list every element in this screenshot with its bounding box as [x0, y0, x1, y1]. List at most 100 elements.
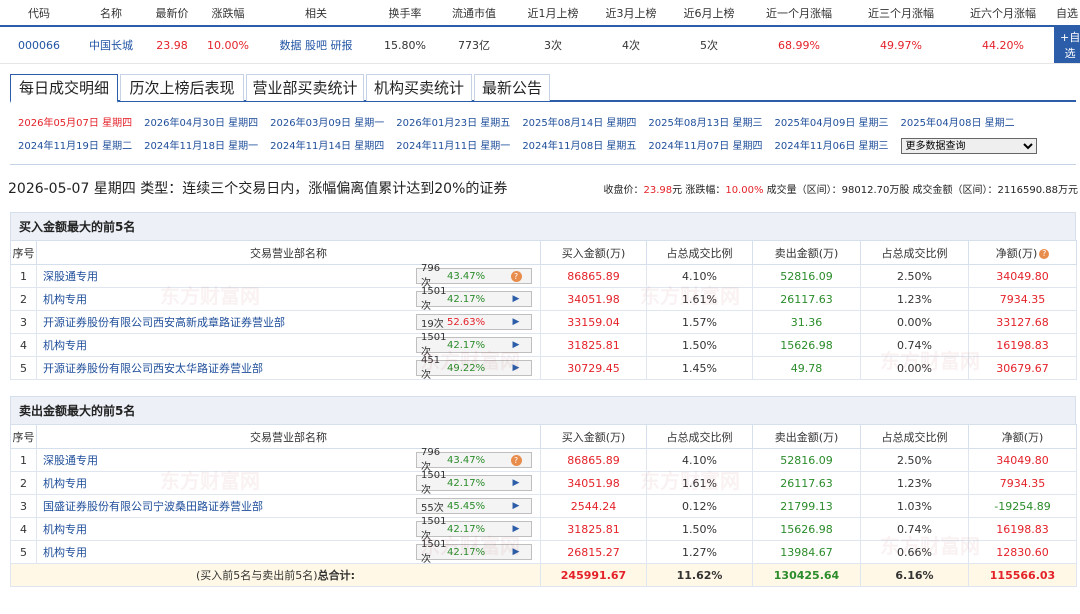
- branch-name[interactable]: 开源证券股份有限公司西安高新成章路证券营业部: [43, 314, 285, 330]
- branch-name[interactable]: 机构专用: [43, 291, 87, 307]
- date-link[interactable]: 2024年11月14日 星期四: [270, 136, 384, 158]
- date-link[interactable]: 2024年11月11日 星期一: [396, 136, 510, 158]
- col-header-text: 买入金额(万): [561, 430, 626, 444]
- sell-amount: 13984.67: [752, 540, 861, 564]
- col-header-text: 净额(万): [995, 246, 1038, 260]
- total-sell-pct: 6.16%: [860, 563, 969, 587]
- col-header: 买入金额(万): [540, 424, 647, 449]
- date-link[interactable]: 2026年01月23日 星期五: [396, 113, 510, 135]
- net-amount: 33127.68: [968, 310, 1077, 334]
- listing-count: 1501次: [421, 286, 447, 312]
- expand-arrow-icon[interactable]: ▶: [503, 547, 529, 557]
- sell-amount: 52816.09: [752, 264, 861, 288]
- summary-col-header: 最新价: [144, 0, 200, 27]
- branch-name[interactable]: 深股通专用: [43, 452, 98, 468]
- date-link[interactable]: 2026年05月07日 星期四: [18, 113, 132, 135]
- summary-col-header: 自选: [1054, 0, 1080, 27]
- listing-count: 451次: [421, 355, 441, 381]
- date-link[interactable]: 2024年11月19日 星期二: [18, 136, 132, 158]
- total-buy: 245991.67: [540, 563, 647, 587]
- branch-cell: 机构专用 1501次 42.17% ▶: [36, 470, 541, 496]
- listing-count-box[interactable]: 796次 43.47%?: [416, 447, 532, 473]
- add-watchlist-button[interactable]: +自选: [1054, 27, 1080, 63]
- table-row: 4 机构专用 1501次 42.17% ▶ 31825.81 1.50% 15626.98 0.…: [10, 332, 1077, 358]
- date-link[interactable]: 2024年11月18日 星期一: [144, 136, 258, 158]
- win-rate: 49.22%: [447, 362, 486, 374]
- row-no: 2: [10, 287, 37, 311]
- net-amount: 30679.67: [968, 356, 1077, 380]
- net-amount: -19254.89: [968, 494, 1077, 518]
- link-data[interactable]: 数据: [280, 39, 302, 52]
- expand-arrow-icon[interactable]: ▶: [503, 340, 529, 350]
- link-guba[interactable]: 股吧: [305, 39, 327, 52]
- col-header: 占总成交比例: [860, 240, 969, 265]
- listing-count-box[interactable]: 451次 49.22% ▶: [416, 355, 532, 381]
- col-header-text: 卖出金额(万): [774, 246, 839, 260]
- date-link[interactable]: 2024年11月07日 星期四: [648, 136, 762, 158]
- stock-code[interactable]: 000066: [0, 26, 78, 64]
- expand-arrow-icon[interactable]: ▶: [503, 524, 529, 534]
- total-label-bold: 总合计:: [317, 569, 355, 582]
- expand-arrow-icon[interactable]: ▶: [503, 363, 529, 373]
- branch-name[interactable]: 机构专用: [43, 521, 87, 537]
- buy-amount: 31825.81: [540, 517, 647, 541]
- sell-ratio: 2.50%: [860, 264, 969, 288]
- date-link[interactable]: 2026年03月09日 星期一: [270, 113, 384, 135]
- listing-count: 1501次: [421, 539, 447, 565]
- tab-latest-notice[interactable]: 最新公告: [474, 74, 550, 101]
- branch-name[interactable]: 开源证券股份有限公司西安太华路证券营业部: [43, 360, 263, 376]
- listing-count: 55次: [421, 502, 444, 514]
- date-link[interactable]: 2024年11月06日 星期三: [774, 136, 888, 158]
- summary-col-header: 名称: [78, 0, 144, 27]
- branch-name[interactable]: 机构专用: [43, 544, 87, 560]
- tab-institution-stats[interactable]: 机构买卖统计: [366, 74, 472, 101]
- help-icon[interactable]: ?: [1039, 248, 1050, 259]
- date-link[interactable]: 2024年11月08日 星期五: [522, 136, 636, 158]
- date-link[interactable]: 2025年04月08日 星期二: [901, 113, 1015, 135]
- tab-daily-detail[interactable]: 每日成交明细: [10, 74, 118, 103]
- branch-name[interactable]: 深股通专用: [43, 268, 98, 284]
- listing-count-box[interactable]: 1501次 42.17% ▶: [416, 332, 532, 358]
- buy-amount: 86865.89: [540, 264, 647, 288]
- buy-amount: 31825.81: [540, 333, 647, 357]
- table-row: 5 开源证券股份有限公司西安太华路证券营业部 451次 49.22% ▶ 30729.45…: [10, 355, 1077, 381]
- listing-count-box[interactable]: 1501次 42.17% ▶: [416, 539, 532, 565]
- tab-branch-stats[interactable]: 营业部买卖统计: [246, 74, 364, 101]
- sell-ratio: 0.74%: [860, 333, 969, 357]
- col-header: 净额(万)?: [968, 240, 1077, 265]
- listing-count-box[interactable]: 55次 45.45% ▶: [416, 498, 532, 514]
- branch-name[interactable]: 机构专用: [43, 337, 87, 353]
- win-rate: 42.17%: [447, 477, 486, 489]
- expand-arrow-icon[interactable]: ▶: [503, 478, 529, 488]
- expand-arrow-icon[interactable]: ▶: [503, 317, 529, 327]
- tab-history-performance[interactable]: 历次上榜后表现: [120, 74, 244, 101]
- listing-count-box[interactable]: 796次 43.47%?: [416, 263, 532, 289]
- branch-name[interactable]: 机构专用: [43, 475, 87, 491]
- listing-count-box[interactable]: 19次 52.63% ▶: [416, 314, 532, 330]
- date-link[interactable]: 2025年08月13日 星期三: [648, 113, 762, 135]
- sell-amount: 31.36: [752, 310, 861, 334]
- branch-name[interactable]: 国盛证券股份有限公司宁波桑田路证券营业部: [43, 498, 263, 514]
- buy-ratio: 1.61%: [646, 471, 753, 495]
- date-list: 2026年05月07日 星期四 2026年04月30日 星期四 2026年03月09…: [18, 113, 1068, 159]
- expand-arrow-icon[interactable]: ▶: [503, 294, 529, 304]
- stock-name[interactable]: 中国长城: [78, 26, 144, 64]
- col-header-text: 占总成交比例: [666, 430, 733, 444]
- summary-row: 000066 中国长城 23.98 10.00% 数据 股吧 研报 15.80%…: [0, 26, 1080, 64]
- win-rate: 42.17%: [447, 339, 486, 351]
- listing-count-box[interactable]: 1501次 42.17% ▶: [416, 286, 532, 312]
- listing-count-box[interactable]: 1501次 42.17% ▶: [416, 516, 532, 542]
- date-link[interactable]: 2026年04月30日 星期四: [144, 113, 258, 135]
- link-report[interactable]: 研报: [331, 39, 353, 52]
- sell-ratio: 0.00%: [860, 310, 969, 334]
- expand-arrow-icon[interactable]: ▶: [503, 501, 529, 511]
- col-header-text: 卖出金额(万): [774, 430, 839, 444]
- col-header-text: 净额(万): [1001, 430, 1044, 444]
- net-amount: 12830.60: [968, 540, 1077, 564]
- date-link[interactable]: 2025年04月09日 星期三: [774, 113, 888, 135]
- date-link[interactable]: 2025年08月14日 星期四: [522, 113, 636, 135]
- listing-count-box[interactable]: 1501次 42.17% ▶: [416, 470, 532, 496]
- more-data-select[interactable]: 更多数据查询: [900, 138, 1037, 154]
- summary-col-header: 流通市值: [434, 0, 514, 27]
- buy-amount: 34051.98: [540, 287, 647, 311]
